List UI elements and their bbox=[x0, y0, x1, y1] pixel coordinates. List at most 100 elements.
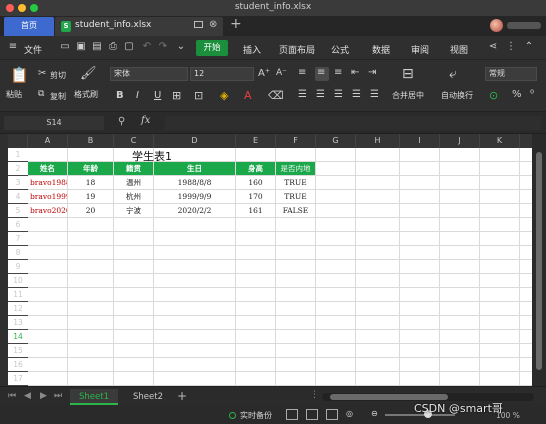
scissors-icon[interactable]: ✂ bbox=[38, 68, 46, 79]
row-header-10[interactable]: 10 bbox=[8, 274, 28, 288]
data-cell[interactable]: 18 bbox=[68, 176, 113, 189]
student-name-cell[interactable]: bravo2020 bbox=[28, 204, 67, 217]
tab-scroll-icon[interactable]: ⋮ bbox=[310, 390, 319, 400]
column-header-a[interactable]: A bbox=[28, 134, 68, 148]
align-top-icon[interactable]: ≡ bbox=[298, 67, 306, 78]
data-cell[interactable]: 160 bbox=[236, 176, 275, 189]
cell-fill-icon[interactable]: ⊡ bbox=[194, 89, 203, 102]
share-icon[interactable]: ⋖ bbox=[488, 42, 498, 52]
data-cell[interactable]: FALSE bbox=[276, 204, 315, 217]
number-format-select[interactable]: 常规 bbox=[485, 67, 537, 81]
data-cell[interactable]: 温州 bbox=[114, 176, 153, 189]
copy-button[interactable]: 复制 bbox=[50, 91, 66, 102]
data-cell[interactable]: 20 bbox=[68, 204, 113, 217]
page-break-view-icon[interactable] bbox=[306, 409, 318, 420]
format-painter-button[interactable]: 格式刷 bbox=[74, 89, 98, 100]
distribute-icon[interactable]: ☰ bbox=[370, 89, 379, 100]
borders-icon[interactable]: ⊞ bbox=[172, 89, 181, 102]
hamburger-menu-icon[interactable]: ≡ bbox=[8, 42, 18, 52]
bold-icon[interactable]: B bbox=[116, 90, 124, 101]
backup-status-text[interactable]: 实时备份 bbox=[240, 410, 272, 421]
zoom-out-icon[interactable]: ⊖ bbox=[371, 409, 378, 418]
column-header-h[interactable]: H bbox=[356, 134, 400, 148]
row-header-17[interactable]: 17 bbox=[8, 372, 28, 386]
data-cell[interactable]: 杭州 bbox=[114, 190, 153, 203]
menu-data[interactable]: 数据 bbox=[372, 43, 390, 56]
first-sheet-icon[interactable]: ⏮ bbox=[8, 391, 16, 401]
data-cell[interactable]: 19 bbox=[68, 190, 113, 203]
header-cell[interactable]: 生日 bbox=[154, 162, 235, 175]
data-cell[interactable]: 170 bbox=[236, 190, 275, 203]
student-name-cell[interactable]: bravo1999 bbox=[28, 190, 67, 203]
select-all-corner[interactable] bbox=[8, 134, 28, 148]
header-cell[interactable]: 籍贯 bbox=[114, 162, 153, 175]
decrease-font-icon[interactable]: A⁻ bbox=[276, 68, 287, 78]
row-header-2[interactable]: 2 bbox=[8, 162, 28, 176]
data-cell[interactable]: 宁波 bbox=[114, 204, 153, 217]
column-header-d[interactable]: D bbox=[154, 134, 236, 148]
tab-student-info[interactable]: S student_info.xlsx ⊗ bbox=[55, 17, 223, 36]
row-header-11[interactable]: 11 bbox=[8, 288, 28, 302]
column-header-c[interactable]: C bbox=[114, 134, 154, 148]
fill-color-icon[interactable]: ◈ bbox=[220, 89, 228, 102]
column-header-b[interactable]: B bbox=[68, 134, 114, 148]
wrap-text-button[interactable]: 自动换行 bbox=[441, 90, 473, 101]
zoom-lookup-icon[interactable]: ⚲ bbox=[118, 116, 125, 127]
name-box[interactable]: S14 bbox=[4, 116, 104, 130]
avatar[interactable] bbox=[490, 19, 503, 32]
menu-file[interactable]: 文件 bbox=[24, 43, 42, 56]
collapse-ribbon-icon[interactable]: ⌃ bbox=[524, 42, 534, 52]
tab-home[interactable]: 首页 bbox=[4, 17, 54, 36]
justify-icon[interactable]: ☰ bbox=[352, 89, 361, 100]
row-header-14[interactable]: 14 bbox=[8, 330, 28, 344]
sheet-tab-1[interactable]: Sheet1 bbox=[70, 389, 118, 405]
page-layout-view-icon[interactable] bbox=[326, 409, 338, 420]
row-header-8[interactable]: 8 bbox=[8, 246, 28, 260]
undo-icon[interactable]: ↶ bbox=[142, 42, 152, 52]
row-header-3[interactable]: 3 bbox=[8, 176, 28, 190]
save-icon[interactable]: ▣ bbox=[76, 42, 86, 52]
data-cell[interactable]: 1988/8/8 bbox=[154, 176, 235, 189]
menu-view[interactable]: 视图 bbox=[450, 43, 468, 56]
align-bottom-icon[interactable]: ≡ bbox=[334, 67, 342, 78]
monitor-icon[interactable] bbox=[194, 21, 203, 28]
column-header-f[interactable]: F bbox=[276, 134, 316, 148]
menu-review[interactable]: 审阅 bbox=[411, 43, 429, 56]
indent-decrease-icon[interactable]: ⇤ bbox=[351, 67, 359, 78]
indent-increase-icon[interactable]: ⇥ bbox=[368, 67, 376, 78]
header-cell[interactable]: 年龄 bbox=[68, 162, 113, 175]
account-area[interactable] bbox=[507, 22, 541, 29]
prev-sheet-icon[interactable]: ◀ bbox=[24, 391, 31, 401]
merge-center-button[interactable]: 合并居中 bbox=[392, 90, 424, 101]
menu-insert[interactable]: 插入 bbox=[243, 43, 261, 56]
thousands-separator-icon[interactable]: ⁰ bbox=[530, 89, 534, 100]
print-preview-icon[interactable]: ▢ bbox=[124, 42, 134, 52]
spreadsheet-grid[interactable]: ABCDEFGHIJK 1 2 3 4 5 6 7 8 9 10 11 12 13 14 15 16 17 学生… bbox=[8, 134, 532, 386]
increase-font-icon[interactable]: A⁺ bbox=[258, 68, 270, 79]
align-middle-icon[interactable]: ≡ bbox=[317, 67, 325, 78]
header-cell[interactable]: 身高 bbox=[236, 162, 275, 175]
font-size-select[interactable]: 12 bbox=[190, 67, 254, 81]
row-header-15[interactable]: 15 bbox=[8, 344, 28, 358]
data-cell[interactable]: TRUE bbox=[276, 190, 315, 203]
menu-formulas[interactable]: 公式 bbox=[331, 43, 349, 56]
italic-icon[interactable]: I bbox=[136, 90, 139, 101]
add-sheet-button[interactable]: + bbox=[177, 389, 187, 403]
row-header-9[interactable]: 9 bbox=[8, 260, 28, 274]
data-cell[interactable]: 1999/9/9 bbox=[154, 190, 235, 203]
cell-area[interactable]: 学生表1 姓名 年龄 籍贯 生日 身高 是否内地 bravo1988 18 温州 1988/8/8 1… bbox=[28, 148, 532, 386]
fx-icon[interactable]: fx bbox=[141, 115, 150, 126]
row-header-6[interactable]: 6 bbox=[8, 218, 28, 232]
menu-page-layout[interactable]: 页面布局 bbox=[279, 43, 315, 56]
copy-icon[interactable]: ⧉ bbox=[38, 89, 44, 99]
percent-icon[interactable]: % bbox=[512, 89, 522, 100]
wrap-text-icon[interactable]: ⤶ bbox=[449, 66, 457, 82]
print-icon[interactable]: ⎙ bbox=[108, 42, 118, 52]
sheet-tab-2[interactable]: Sheet2 bbox=[124, 389, 172, 405]
vertical-scrollbar[interactable] bbox=[532, 134, 546, 386]
new-tab-button[interactable]: + bbox=[230, 16, 242, 32]
vertical-scroll-thumb[interactable] bbox=[536, 152, 542, 370]
row-header-1[interactable]: 1 bbox=[8, 148, 28, 162]
eye-protection-icon[interactable]: ◎ bbox=[346, 409, 353, 418]
row-header-16[interactable]: 16 bbox=[8, 358, 28, 372]
